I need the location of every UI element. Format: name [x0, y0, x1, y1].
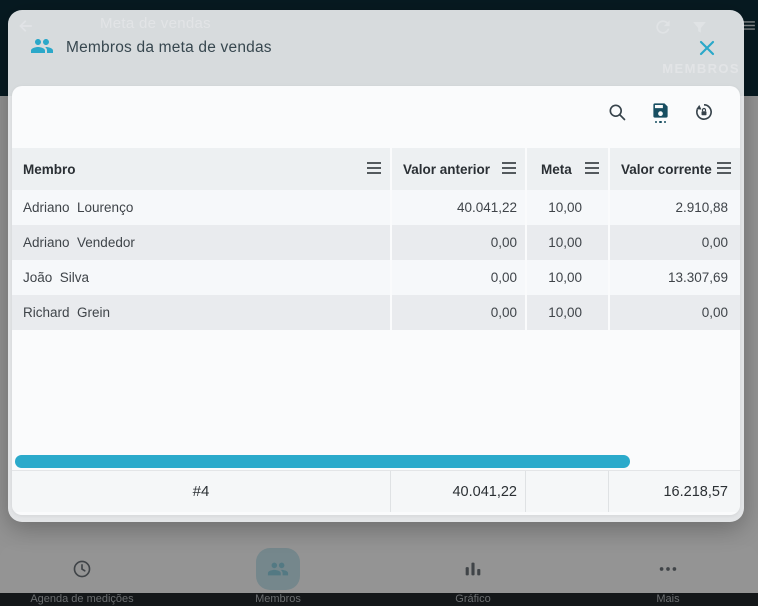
close-button[interactable] [698, 39, 716, 57]
table-row[interactable]: Adriano Vendedor 0,00 10,00 0,00 [12, 225, 740, 260]
group-icon [30, 34, 54, 63]
column-menu-icon[interactable] [502, 161, 516, 177]
row-count: #4 [192, 483, 210, 500]
search-icon[interactable] [607, 102, 628, 123]
table-row[interactable]: João Silva 0,00 10,00 13.307,69 [12, 260, 740, 295]
modal-title: Membros da meta de vendas [66, 39, 272, 56]
table-row[interactable]: Adriano Lourenço 40.041,22 10,00 2.910,8… [12, 190, 740, 225]
footer-previous-total: 40.041,22 [390, 471, 525, 512]
save-dots [654, 120, 667, 124]
column-header-valor-corrente: Valor corrente [608, 148, 740, 190]
column-header-valor-anterior: Valor anterior [390, 148, 525, 190]
modal-header: Membros da meta de vendas [8, 10, 744, 86]
table-row[interactable]: Richard Grein 0,00 10,00 0,00 [12, 295, 740, 330]
column-menu-icon[interactable] [717, 161, 731, 177]
column-header-membro: Membro [12, 148, 390, 190]
members-modal: Membros da meta de vendas Membro Valor a… [8, 10, 744, 522]
table-toolbar [12, 86, 740, 138]
lock-reset-icon[interactable] [693, 101, 715, 123]
column-menu-icon[interactable] [367, 161, 381, 177]
table-footer-row: #4 40.041,22 16.218,57 [12, 470, 740, 512]
save-icon[interactable] [651, 101, 670, 124]
table-header-row: Membro Valor anterior Meta Valor corrent… [12, 148, 740, 190]
members-table-card: Membro Valor anterior Meta Valor corrent… [12, 86, 740, 515]
column-menu-icon[interactable] [585, 161, 599, 177]
footer-current-total: 16.218,57 [608, 471, 740, 512]
horizontal-scrollbar[interactable] [15, 455, 630, 468]
footer-goal-total [525, 471, 608, 512]
column-header-meta: Meta [525, 148, 608, 190]
